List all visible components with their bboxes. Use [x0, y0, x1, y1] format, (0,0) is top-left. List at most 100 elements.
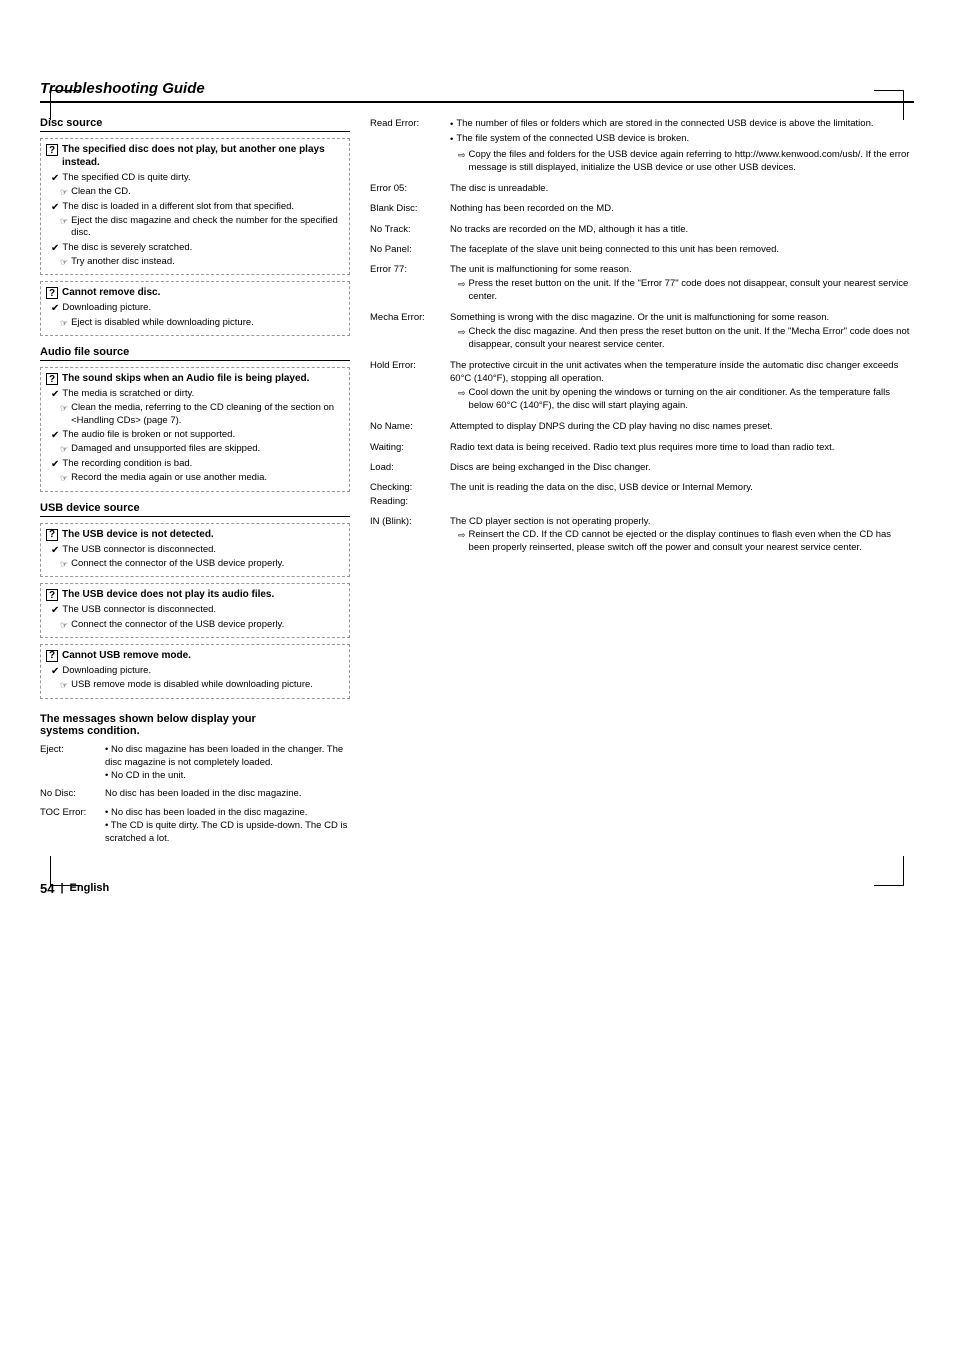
error-desc-blank: Nothing has been recorded on the MD. [450, 202, 914, 215]
cause-1-1: ✔ The specified CD is quite dirty. [51, 172, 344, 184]
problem-icon-5: ? [46, 589, 58, 601]
problem-block-4: ? The USB device is not detected. ✔ The … [40, 523, 350, 578]
problem-header-1: ? The specified disc does not play, but … [46, 143, 344, 169]
checkmark-icon-9: ✔ [51, 605, 59, 616]
checkmark-icon-10: ✔ [51, 666, 59, 677]
cause-3-3: ✔ The recording condition is bad. [51, 458, 344, 470]
remedy-text-3-2: Damaged and unsupported files are skippe… [71, 443, 260, 455]
problem-block-2: ? Cannot remove disc. ✔ Downloading pict… [40, 281, 350, 336]
error-waiting: Waiting: Radio text data is being receiv… [370, 441, 914, 454]
cause-3-1: ✔ The media is scratched or dirty. [51, 388, 344, 400]
remedy-text-5-1: Connect the connector of the USB device … [71, 619, 284, 631]
remedy-icon-4-1: ☞ [60, 559, 68, 570]
checkmark-icon-6: ✔ [51, 430, 59, 441]
problem-title-3: The sound skips when an Audio file is be… [62, 372, 309, 385]
arrow-inblink-1: ⇨ Reinsert the CD. If the CD cannot be e… [458, 528, 914, 555]
problem-header-5: ? The USB device does not play its audio… [46, 588, 344, 601]
error-label-load: Load: [370, 461, 450, 474]
page-wrapper: Troubleshooting Guide Disc source ? The … [40, 80, 914, 896]
problem-block-3: ? The sound skips when an Audio file is … [40, 367, 350, 491]
checkmark-icon-5: ✔ [51, 389, 59, 400]
error-read: Read Error: • The number of files or fol… [370, 117, 914, 175]
main-layout: Disc source ? The specified disc does no… [40, 117, 914, 851]
cause-5-1: ✔ The USB connector is disconnected. [51, 604, 344, 616]
error-no-track: No Track: No tracks are recorded on the … [370, 223, 914, 236]
remedy-text-1-3: Try another disc instead. [71, 256, 175, 268]
section-disc-source: Disc source [40, 117, 350, 132]
problem-header-3: ? The sound skips when an Audio file is … [46, 372, 344, 385]
remedy-5-1: ☞ Connect the connector of the USB devic… [60, 619, 344, 631]
error-mecha: Mecha Error: Something is wrong with the… [370, 311, 914, 352]
remedy-icon-6-1: ☞ [60, 680, 68, 691]
cause-6-1: ✔ Downloading picture. [51, 665, 344, 677]
messages-section: The messages shown below display yoursys… [40, 713, 350, 846]
msg-row-eject: Eject: • No disc magazine has been loade… [40, 743, 350, 783]
problem-icon-3: ? [46, 373, 58, 385]
section-usb-device: USB device source [40, 502, 350, 517]
error-77: Error 77: The unit is malfunctioning for… [370, 263, 914, 304]
error-desc-77: The unit is malfunctioning for some reas… [450, 263, 914, 304]
remedy-text-1-1: Clean the CD. [71, 186, 131, 198]
remedy-text-1-2: Eject the disc magazine and check the nu… [71, 215, 344, 240]
remedy-1-1: ☞ Clean the CD. [60, 186, 344, 198]
problem-icon-6: ? [46, 650, 58, 662]
hold-text: The protective circuit in the unit activ… [450, 359, 914, 386]
problem-icon-4: ? [46, 529, 58, 541]
checkmark-icon-2: ✔ [51, 202, 59, 213]
bullet-read-1: • The number of files or folders which a… [450, 117, 914, 131]
remedy-icon-1-1: ☞ [60, 187, 68, 198]
cause-text-1-3: The disc is severely scratched. [62, 242, 192, 254]
problem-title-2: Cannot remove disc. [62, 286, 160, 299]
problem-header-6: ? Cannot USB remove mode. [46, 649, 344, 662]
remedy-3-2: ☞ Damaged and unsupported files are skip… [60, 443, 344, 455]
section-audio-file: Audio file source [40, 346, 350, 361]
cause-1-3: ✔ The disc is severely scratched. [51, 242, 344, 254]
error-label-checking: Checking:Reading: [370, 481, 450, 508]
error-desc-mecha: Something is wrong with the disc magazin… [450, 311, 914, 352]
problem-block-6: ? Cannot USB remove mode. ✔ Downloading … [40, 644, 350, 699]
error-label-hold: Hold Error: [370, 359, 450, 372]
arrow-mecha-1: ⇨ Check the disc magazine. And then pres… [458, 325, 914, 352]
problem-icon-2: ? [46, 287, 58, 299]
error-label-waiting: Waiting: [370, 441, 450, 454]
remedy-text-3-1: Clean the media, referring to the CD cle… [71, 402, 344, 427]
msg-row-tocerror: TOC Error: • No disc has been loaded in … [40, 806, 350, 846]
cause-text-5-1: The USB connector is disconnected. [62, 604, 216, 616]
checkmark-icon-4: ✔ [51, 303, 59, 314]
remedy-icon-3-1: ☞ [60, 403, 68, 414]
error-desc-load: Discs are being exchanged in the Disc ch… [450, 461, 914, 474]
error-no-panel: No Panel: The faceplate of the slave uni… [370, 243, 914, 256]
cause-text-6-1: Downloading picture. [62, 665, 151, 677]
cause-1-2: ✔ The disc is loaded in a different slot… [51, 201, 344, 213]
remedy-4-1: ☞ Connect the connector of the USB devic… [60, 558, 344, 570]
remedy-icon-3-2: ☞ [60, 444, 68, 455]
error-label-noname: No Name: [370, 420, 450, 433]
problem-block-5: ? The USB device does not play its audio… [40, 583, 350, 638]
inblink-text: The CD player section is not operating p… [450, 515, 914, 528]
error-desc-hold: The protective circuit in the unit activ… [450, 359, 914, 413]
msg-label-eject: Eject: [40, 743, 105, 756]
error-label-inblink: IN (Blink): [370, 515, 450, 528]
checkmark-icon-7: ✔ [51, 459, 59, 470]
error-label-read: Read Error: [370, 117, 450, 130]
msg-desc-nodisc: No disc has been loaded in the disc maga… [105, 787, 350, 800]
right-column: Read Error: • The number of files or fol… [370, 117, 914, 851]
arrow-77-1: ⇨ Press the reset button on the unit. If… [458, 277, 914, 304]
error-no-name: No Name: Attempted to display DNPS durin… [370, 420, 914, 433]
reg-mark-br [874, 856, 904, 886]
arrow-hold-1: ⇨ Cool down the unit by opening the wind… [458, 386, 914, 413]
cause-text-3-3: The recording condition is bad. [62, 458, 192, 470]
error-checking: Checking:Reading: The unit is reading th… [370, 481, 914, 508]
error-desc-noname: Attempted to display DNPS during the CD … [450, 420, 914, 433]
remedy-1-3: ☞ Try another disc instead. [60, 256, 344, 268]
problem-header-2: ? Cannot remove disc. [46, 286, 344, 299]
remedy-3-3: ☞ Record the media again or use another … [60, 472, 344, 484]
msg-label-tocerror: TOC Error: [40, 806, 105, 819]
remedy-1-2: ☞ Eject the disc magazine and check the … [60, 215, 344, 240]
arrow-read-1: ⇨ Copy the files and folders for the USB… [458, 148, 914, 175]
checkmark-icon-1: ✔ [51, 173, 59, 184]
reg-mark-bl [50, 856, 80, 886]
error-label-77: Error 77: [370, 263, 450, 276]
remedy-icon-5-1: ☞ [60, 620, 68, 631]
error-desc-read: • The number of files or folders which a… [450, 117, 914, 175]
